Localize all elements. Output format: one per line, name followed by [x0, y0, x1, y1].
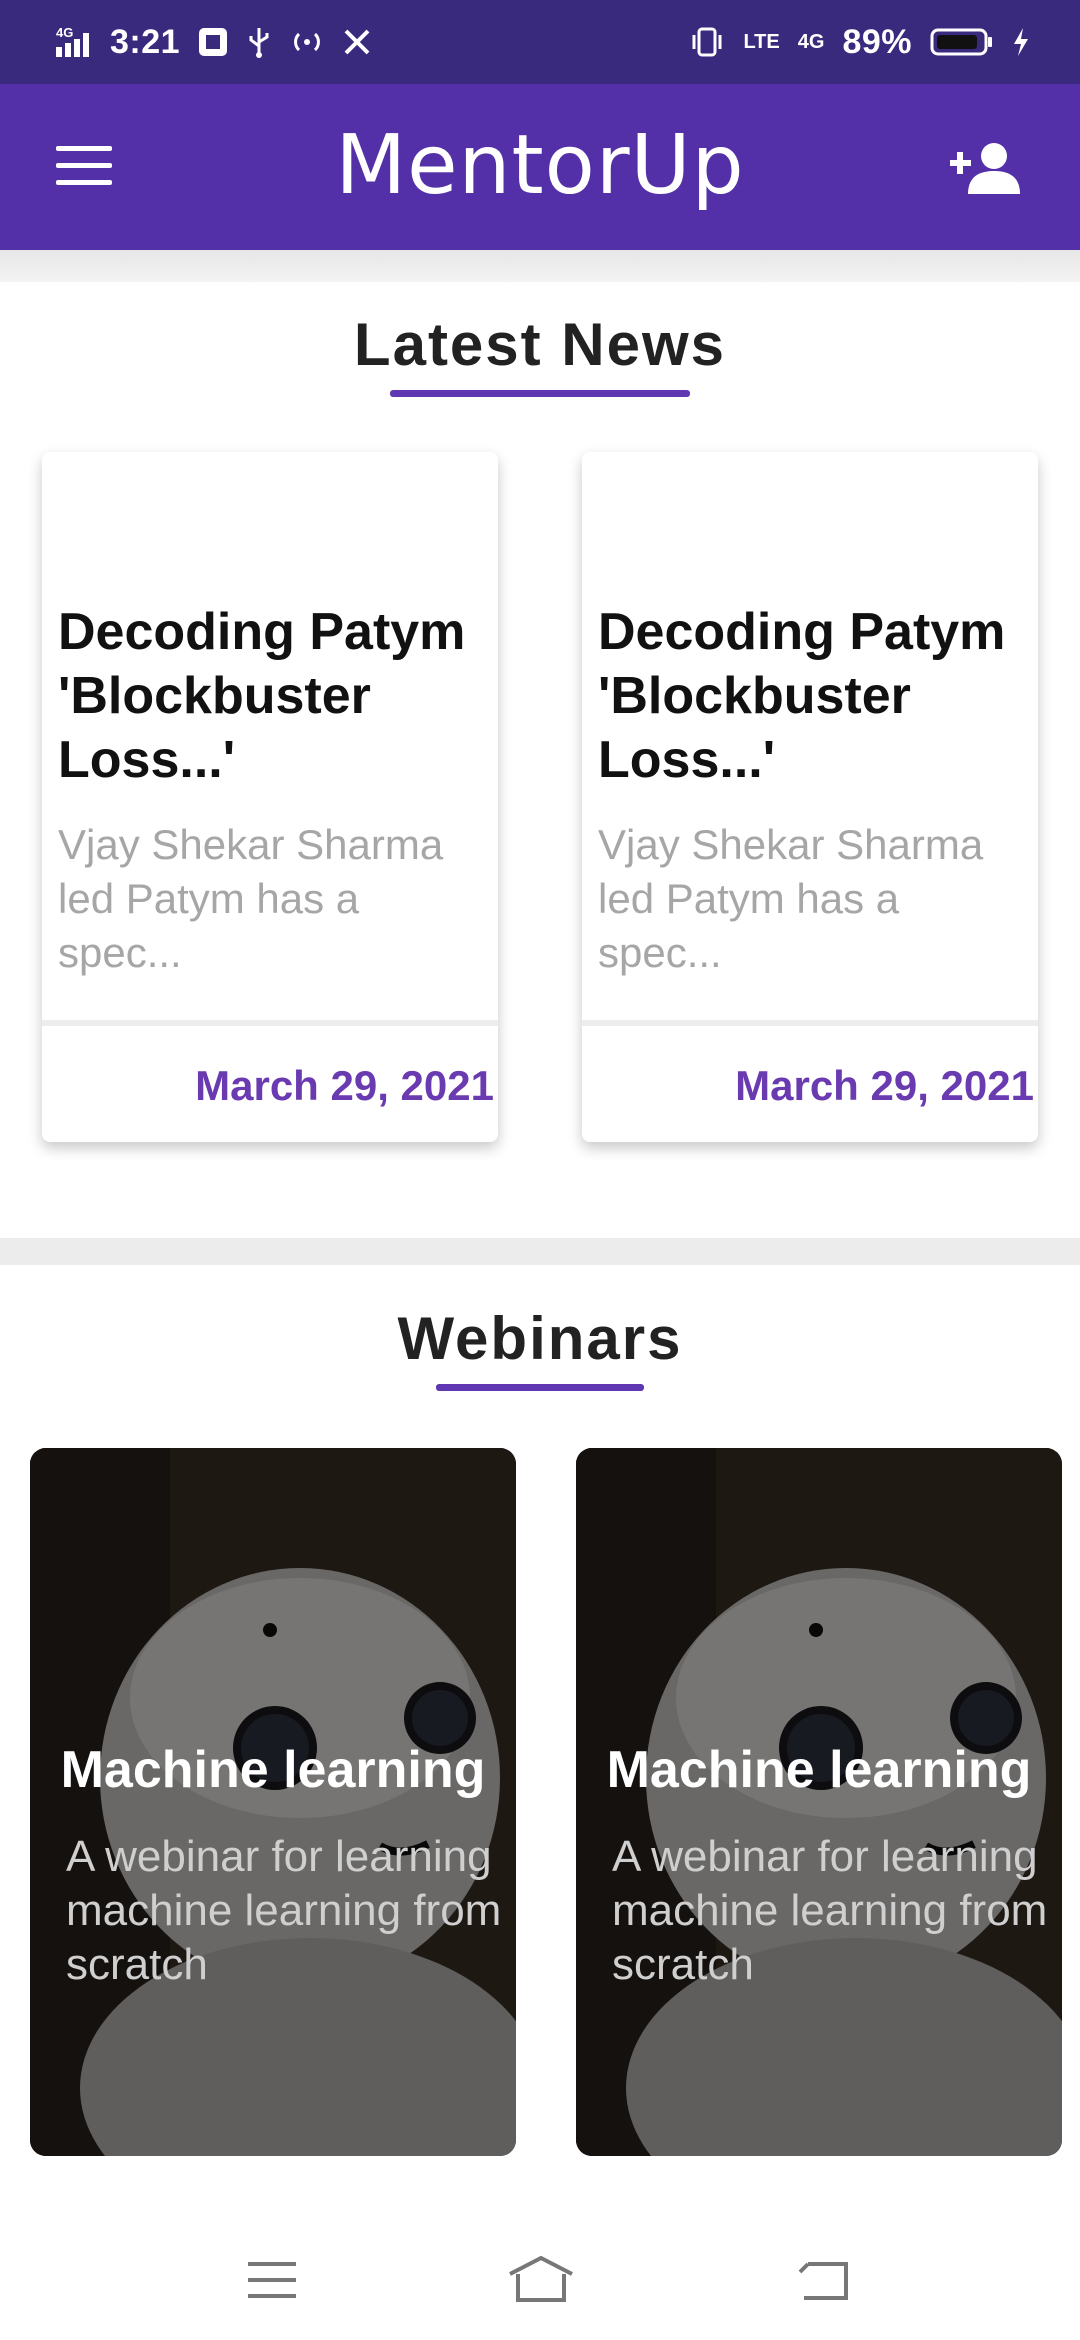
tools-icon	[342, 27, 372, 57]
signal-icon: 4G	[56, 25, 92, 59]
section-separator	[0, 1184, 1080, 1274]
app-bar-shadow	[0, 250, 1080, 282]
person-add-icon[interactable]	[950, 140, 1024, 196]
webinar-card[interactable]: Machine learning A webinar for learning …	[30, 1448, 516, 2156]
news-date: March 29, 2021	[195, 1062, 494, 1109]
usb-icon	[246, 26, 272, 58]
vibrate-icon	[689, 27, 725, 57]
news-card[interactable]: Decoding Patym 'Blockbuster Loss...' Vja…	[42, 452, 498, 1142]
battery-icon	[930, 27, 994, 57]
image-overlay	[576, 1448, 1062, 2156]
battery-percent: 89%	[842, 22, 912, 61]
news-summary: Vjay Shekar Sharma led Patym has a spec.…	[598, 821, 984, 976]
card-divider	[42, 1020, 498, 1026]
back-icon[interactable]	[794, 2252, 854, 2308]
app-title: MentorUp	[335, 118, 745, 213]
latest-news-underline	[390, 390, 690, 397]
app-notification-icon	[198, 27, 228, 57]
news-headline: Decoding Patym 'Blockbuster Loss...'	[58, 603, 466, 789]
system-nav-bar	[0, 2210, 1080, 2340]
news-card[interactable]: Decoding Patym 'Blockbuster Loss...' Vja…	[582, 452, 1038, 1142]
webinars-heading: Webinars	[397, 1305, 683, 1372]
news-headline: Decoding Patym 'Blockbuster Loss...'	[598, 603, 1006, 789]
news-summary: Vjay Shekar Sharma led Patym has a spec.…	[58, 821, 444, 976]
home-icon[interactable]	[506, 2252, 576, 2308]
webinar-description: A webinar for learning machine learning …	[66, 1832, 502, 1989]
network-type-label: 4G	[797, 31, 825, 53]
webinar-title: Machine learning	[606, 1741, 1032, 1799]
status-time: 3:21	[110, 22, 181, 61]
webinars-underline	[436, 1384, 644, 1391]
news-date: March 29, 2021	[735, 1062, 1034, 1109]
card-divider	[582, 1020, 1038, 1026]
webinar-card[interactable]: Machine learning A webinar for learning …	[576, 1448, 1062, 2156]
volte-label: LTE	[743, 31, 780, 53]
hotspot-icon	[290, 27, 324, 57]
app-bar: MentorUp	[0, 84, 1080, 250]
svg-text:4G: 4G	[56, 25, 73, 40]
image-overlay	[30, 1448, 516, 2156]
recent-apps-icon[interactable]	[242, 2252, 302, 2308]
webinar-description: A webinar for learning machine learning …	[612, 1832, 1048, 1989]
webinar-title: Machine learning	[60, 1741, 486, 1799]
status-bar: 4G 3:21 LTE 4G 89%	[0, 0, 1080, 84]
latest-news-heading: Latest News	[353, 311, 727, 378]
charging-icon	[1012, 27, 1030, 57]
